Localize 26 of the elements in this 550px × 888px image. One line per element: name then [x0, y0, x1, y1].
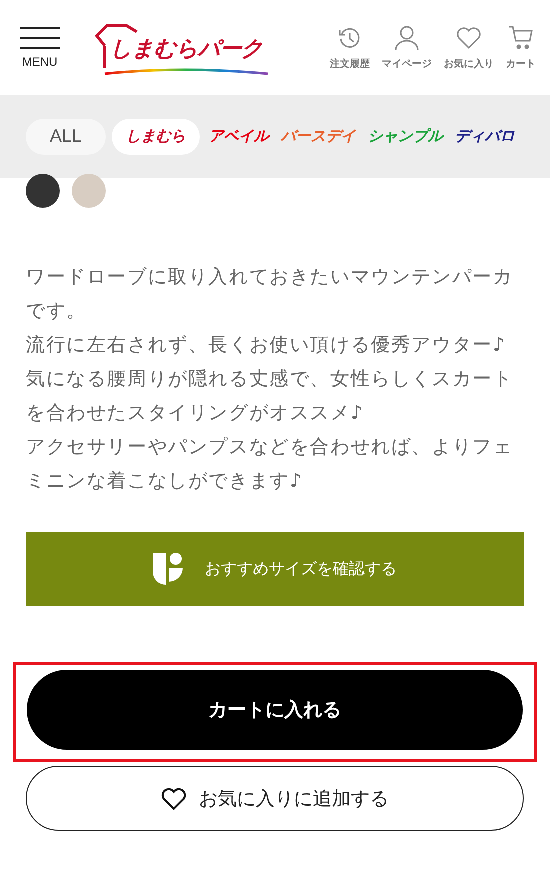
add-to-cart-button[interactable]: カートに入れる	[27, 670, 523, 750]
add-favorite-button[interactable]: お気に入りに追加する	[26, 766, 524, 831]
site-logo[interactable]: しまむらパーク	[90, 16, 276, 80]
brand-tab[interactable]: しまむら	[112, 118, 200, 154]
nav-link[interactable]: 注文履歴	[330, 24, 370, 70]
menu-button[interactable]: MENU	[18, 26, 62, 68]
user-icon	[394, 24, 420, 50]
menu-icon	[20, 26, 60, 48]
brand-tab[interactable]: シャンプル	[365, 118, 446, 154]
color-swatch[interactable]	[26, 174, 60, 208]
brand-tab[interactable]: アベイル	[206, 118, 272, 154]
cart-icon	[508, 24, 534, 50]
color-swatch[interactable]	[72, 174, 106, 208]
product-description: ワードローブに取り入れておきたいマウンテンパーカです。 流行に左右されず、長くお使い頂ける優秀アウター♪ 気になる腰周りが隠れる丈感で、女性らしくスカートを合わせたスタイリングがオススメ♪ アクセサリーやパンプスなどを合わせれば、よりフェミニンな着こなしができます♪	[26, 265, 514, 494]
brand-tab[interactable]: ディバロ	[452, 118, 518, 154]
logo-text: しまむらパーク	[110, 36, 263, 64]
size-logo-icon	[153, 553, 183, 585]
nav-link[interactable]: カート	[506, 24, 536, 70]
size-check-button[interactable]: おすすめサイズを確認する	[26, 532, 524, 606]
brand-tab[interactable]: ALL	[26, 118, 106, 154]
heart-icon	[161, 786, 187, 810]
nav-link[interactable]: マイページ	[382, 24, 432, 70]
nav-link[interactable]: お気に入り	[444, 24, 494, 70]
heart-icon	[456, 24, 482, 50]
brand-tab[interactable]: バースデイ	[278, 118, 359, 154]
menu-label: MENU	[22, 54, 58, 68]
